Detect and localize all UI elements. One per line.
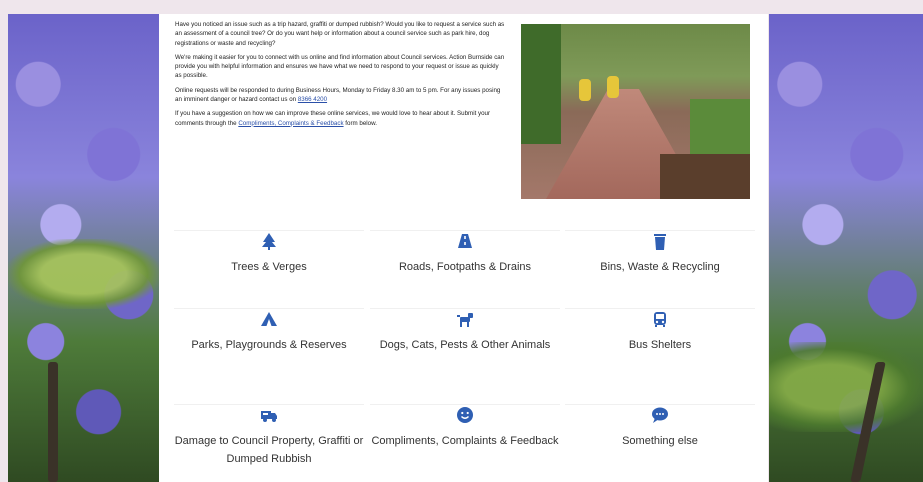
tile-trees-verges[interactable]: Trees & Verges [174, 230, 364, 276]
intro-paragraph-1: Have you noticed an issue such as a trip… [175, 21, 505, 47]
smiley-icon [457, 407, 473, 423]
tile-dogs-cats-pests-animals[interactable]: Dogs, Cats, Pests & Other Animals [370, 308, 560, 354]
footpath-works-photo [521, 24, 750, 199]
tile-parks-playgrounds-reserves[interactable]: Parks, Playgrounds & Reserves [174, 308, 364, 354]
chat-icon [652, 407, 668, 423]
feedback-link[interactable]: Compliments, Complaints & Feedback [238, 120, 343, 127]
main-content: Have you noticed an issue such as a trip… [159, 14, 768, 482]
tile-damage-graffiti-dumped-rubbish[interactable]: Damage to Council Property, Graffiti or … [174, 404, 364, 468]
intro-paragraph-4: If you have a suggestion on how we can i… [175, 110, 491, 127]
jacaranda-tree-photo-left [8, 14, 159, 482]
tile-bus-shelters[interactable]: Bus Shelters [565, 308, 755, 354]
tile-bins-waste-recycling[interactable]: Bins, Waste & Recycling [565, 230, 755, 276]
intro-text: Have you noticed an issue such as a trip… [175, 20, 505, 133]
truck-icon [261, 411, 277, 422]
tile-something-else[interactable]: Something else [565, 404, 755, 450]
tile-compliments-complaints-feedback[interactable]: Compliments, Complaints & Feedback [370, 404, 560, 450]
phone-link[interactable]: 8366 4200 [298, 96, 327, 103]
dog-icon [457, 313, 473, 327]
jacaranda-tree-photo-right [769, 14, 923, 482]
intro-paragraph-2: We're making it easier for you to connec… [175, 53, 505, 80]
tile-roads-footpaths-drains[interactable]: Roads, Footpaths & Drains [370, 230, 560, 276]
tree-icon [262, 233, 276, 250]
tent-icon [261, 312, 277, 326]
road-icon [458, 234, 472, 248]
bus-icon [654, 312, 666, 327]
bin-icon [654, 234, 666, 250]
intro-paragraph-3: Online requests will be responded to dur… [175, 86, 501, 104]
